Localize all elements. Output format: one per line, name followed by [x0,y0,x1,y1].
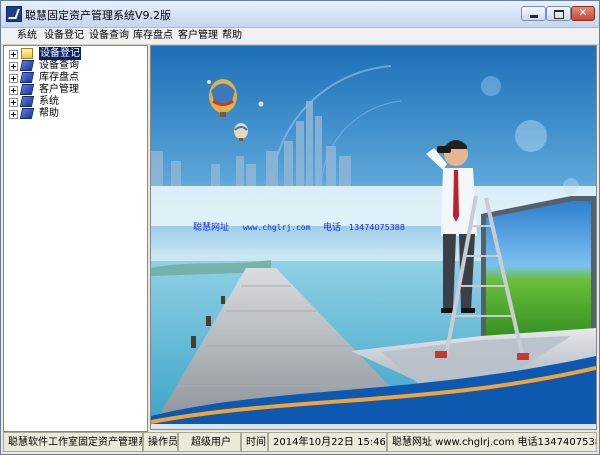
banner-image: 聪慧网址 www.chglrj.com 电话 13474075388 [150,45,597,430]
close-icon: ✕ [578,6,588,19]
maximize-icon [554,10,564,19]
minimize-button[interactable] [521,6,546,21]
menu-device-register[interactable]: 设备登记 [44,28,84,44]
minimize-icon [530,15,538,18]
menu-device-query[interactable]: 设备查询 [89,28,129,44]
status-website: 聪慧网址 www.chglrj.com 电话13474075388 [387,432,597,452]
status-operator: 超级用户 [178,432,241,452]
expand-icon[interactable] [9,50,18,59]
status-company: 聪慧软件工作室固定资产管理系统 [3,432,143,452]
book-icon [19,72,35,83]
app-window: 聪慧固定资产管理系统V9.2版 ✕ 系统 设备登记 设备查询 库存盘点 客户管理… [0,0,600,455]
title-bar[interactable]: 聪慧固定资产管理系统V9.2版 ✕ [1,1,599,28]
expand-icon[interactable] [9,98,18,107]
nav-tree: 设备登记 设备查询 库存盘点 客户管理 系统 帮助 [3,45,148,432]
status-time-label: 时间 [241,432,268,452]
status-bar: 聪慧软件工作室固定资产管理系统 操作员 超级用户 时间 2014年10月22日 … [1,432,599,454]
expand-icon[interactable] [9,74,18,83]
tree-item-label: 帮助 [39,108,59,119]
window-title: 聪慧固定资产管理系统V9.2版 [25,9,172,22]
menu-help[interactable]: 帮助 [222,28,242,44]
book-icon [19,96,35,107]
banner-illustration: 聪慧网址 www.chglrj.com 电话 13474075388 [151,46,596,429]
banner-website-label: 聪慧网址 [193,221,229,233]
menu-inventory[interactable]: 库存盘点 [133,28,173,44]
folder-open-icon [21,48,33,59]
banner-phone-number: 13474075388 [349,223,405,232]
expand-icon[interactable] [9,62,18,71]
expand-icon[interactable] [9,86,18,95]
close-button[interactable]: ✕ [571,6,595,21]
maximize-button[interactable] [546,6,571,21]
book-icon [19,84,35,95]
banner-website-url[interactable]: www.chglrj.com [243,223,311,232]
status-operator-label: 操作员 [143,432,178,452]
menu-system[interactable]: 系统 [17,28,37,44]
menu-customer[interactable]: 客户管理 [178,28,218,44]
banner-phone-label: 电话 [323,221,341,233]
book-icon [19,108,35,119]
menu-bar: 系统 设备登记 设备查询 库存盘点 客户管理 帮助 [1,28,599,45]
app-logo-icon [6,6,22,22]
expand-icon[interactable] [9,110,18,119]
book-icon [19,60,35,71]
status-time: 2014年10月22日 15:46:15 [268,432,387,452]
